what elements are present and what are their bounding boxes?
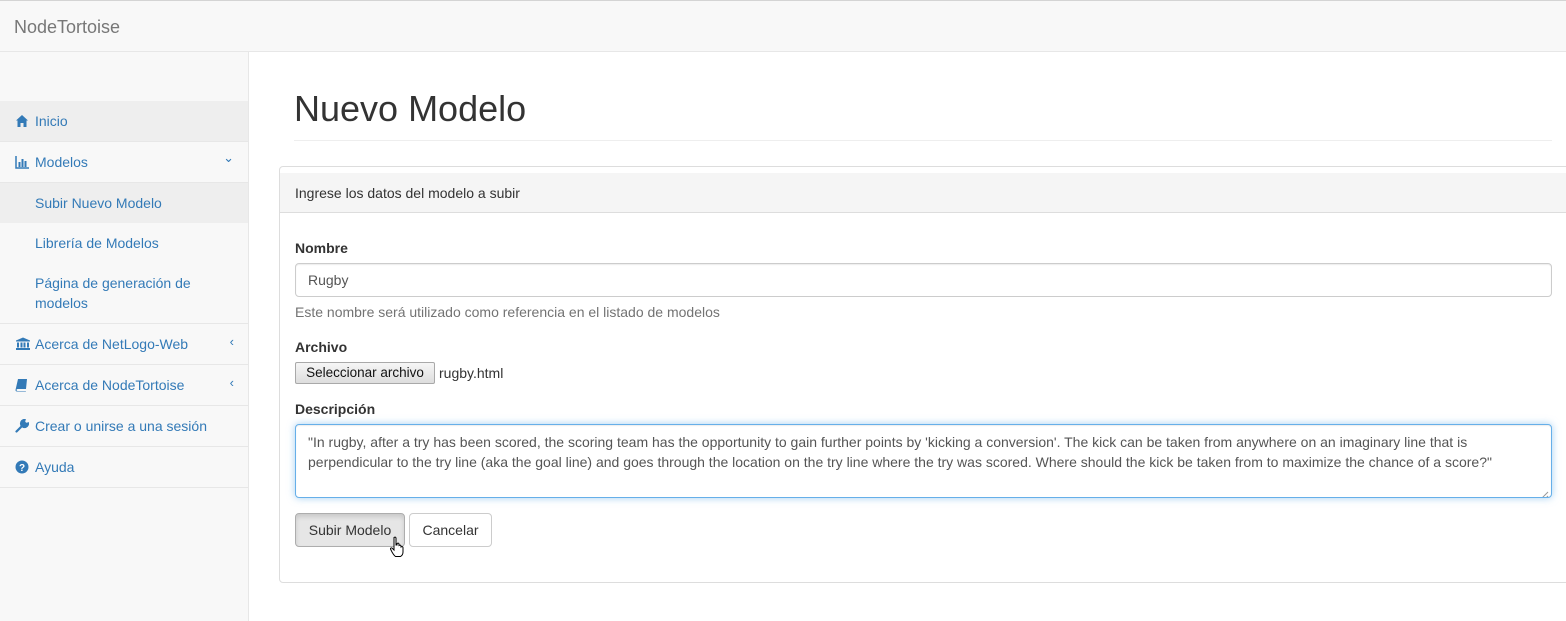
bar-chart-icon: [15, 155, 31, 171]
selected-file-name: rugby.html: [439, 365, 504, 381]
sidebar-item-crear-sesion[interactable]: Crear o unirse a una sesión: [0, 406, 248, 447]
sidebar-item-acerca-nodetortoise[interactable]: Acerca de NodeTortoise ‹: [0, 365, 248, 406]
svg-text:?: ?: [19, 463, 25, 474]
select-file-button[interactable]: Seleccionar archivo: [295, 362, 435, 384]
sidebar-item-label: Modelos: [35, 154, 88, 170]
sidebar-item-ayuda[interactable]: ? Ayuda: [0, 447, 248, 488]
sidebar: Inicio Modelos ⌄ Subir Nuevo Modelo Libr…: [0, 52, 249, 621]
sidebar-item-pagina-generacion[interactable]: Página de generación de modelos: [0, 263, 248, 324]
chevron-down-icon: ⌄: [223, 150, 234, 165]
brand-link[interactable]: NodeTortoise: [14, 17, 120, 38]
sidebar-item-label-line2: modelos: [35, 295, 88, 311]
home-icon: [15, 114, 31, 130]
description-text: "In rugby, after a try has been scored, …: [308, 434, 1492, 470]
hand-cursor-icon: [389, 536, 405, 558]
page-title: Nuevo Modelo: [294, 88, 527, 129]
panel-heading: Ingrese los datos del modelo a subir: [280, 173, 1566, 213]
name-help-text: Este nombre será utilizado como referenc…: [295, 304, 720, 320]
name-field[interactable]: Rugby: [295, 263, 1552, 297]
sidebar-item-label: Acerca de NodeTortoise: [35, 377, 185, 393]
sidebar-item-label: Subir Nuevo Modelo: [35, 195, 162, 211]
wrench-icon: [15, 418, 31, 435]
sidebar-item-label: Acerca de NetLogo-Web: [35, 336, 189, 352]
chevron-left-icon: ‹: [229, 334, 234, 349]
name-label: Nombre: [295, 240, 348, 256]
sidebar-item-label: Página de generación de: [35, 275, 191, 291]
sidebar-item-libreria-de-modelos[interactable]: Librería de Modelos: [0, 223, 248, 263]
sidebar-item-label: Librería de Modelos: [35, 235, 159, 251]
sidebar-item-inicio[interactable]: Inicio: [0, 101, 248, 142]
book-icon: [15, 378, 31, 394]
cancel-button[interactable]: Cancelar: [409, 513, 492, 547]
sidebar-item-subir-nuevo-modelo[interactable]: Subir Nuevo Modelo: [0, 183, 248, 223]
file-label: Archivo: [295, 339, 348, 355]
sidebar-item-label: Inicio: [35, 113, 68, 129]
chevron-left-icon: ‹: [229, 375, 234, 390]
resize-grip-icon[interactable]: [1539, 485, 1549, 497]
top-navbar: NodeTortoise: [0, 0, 1566, 52]
bank-icon: [15, 337, 31, 353]
sidebar-item-modelos[interactable]: Modelos ⌄: [0, 142, 248, 183]
title-divider: [294, 140, 1552, 141]
sidebar-item-label: Crear o unirse a una sesión: [35, 418, 207, 434]
description-textarea[interactable]: "In rugby, after a try has been scored, …: [295, 424, 1552, 498]
question-circle-icon: ?: [15, 460, 31, 476]
sidebar-item-label: Ayuda: [35, 459, 75, 475]
sidebar-item-acerca-netlogo-web[interactable]: Acerca de NetLogo-Web ‹: [0, 324, 248, 365]
description-label: Descripción: [295, 401, 376, 417]
panel-heading-text: Ingrese los datos del modelo a subir: [295, 185, 520, 201]
